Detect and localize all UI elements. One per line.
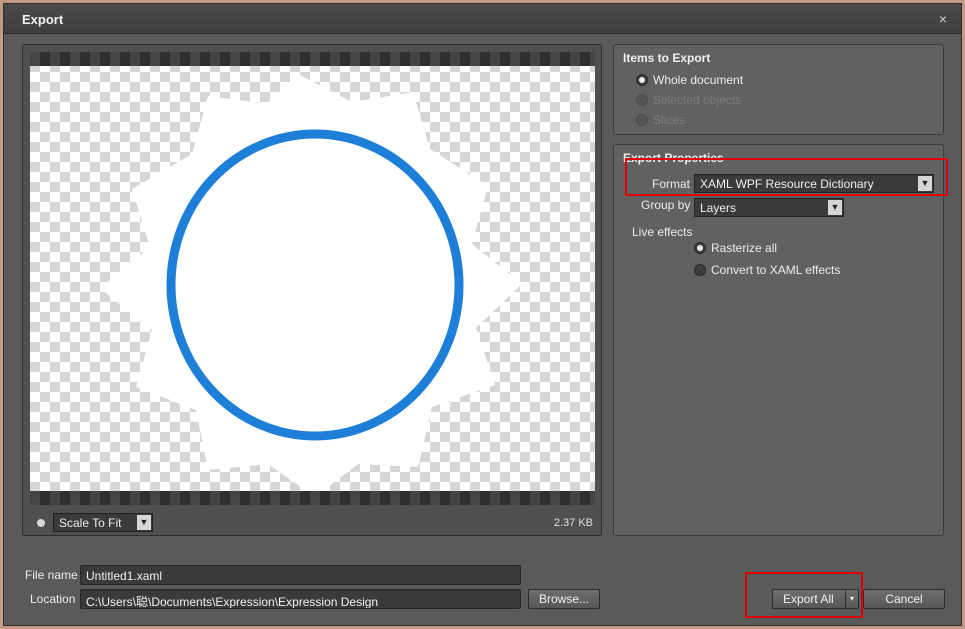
- chevron-down-icon[interactable]: ▼: [828, 200, 842, 215]
- location-label: Location: [30, 592, 76, 606]
- radio-icon: [636, 114, 648, 126]
- chevron-down-icon[interactable]: ▼: [137, 515, 151, 530]
- format-highlight-box: [625, 158, 948, 196]
- title-bar: Export ×: [4, 4, 961, 34]
- export-properties-group: Export Properties Format XAML WPF Resour…: [613, 144, 944, 536]
- preview-panel: Scale To Fit ▼ 2.37 KB: [22, 44, 602, 536]
- radio-icon[interactable]: [636, 74, 648, 86]
- location-input[interactable]: C:\Users\聪\Documents\Expression\Expressi…: [80, 589, 521, 609]
- zoom-indicator-icon[interactable]: [37, 519, 45, 527]
- file-size-label: 2.37 KB: [553, 517, 593, 529]
- group-by-value: Layers: [700, 201, 737, 215]
- file-name-input[interactable]: Untitled1.xaml: [80, 565, 521, 585]
- zoom-value: Scale To Fit: [59, 516, 122, 530]
- preview-artwork: [100, 74, 522, 497]
- radio-icon[interactable]: [694, 264, 706, 276]
- close-icon[interactable]: ×: [935, 11, 951, 27]
- radio-icon[interactable]: [694, 242, 706, 254]
- radio-label: Selected objects: [653, 93, 742, 107]
- live-effects-label: Live effects: [632, 225, 693, 239]
- export-all-highlight-box: [745, 572, 863, 618]
- browse-button[interactable]: Browse...: [528, 589, 600, 609]
- radio-label: Rasterize all: [711, 241, 778, 255]
- cancel-button[interactable]: Cancel: [863, 589, 945, 609]
- group-by-label: Group by: [641, 198, 691, 212]
- radio-label: Slices: [653, 113, 686, 127]
- zoom-dropdown[interactable]: Scale To Fit ▼: [53, 513, 153, 532]
- radio-label: Whole document: [653, 73, 744, 87]
- dialog-title: Export: [22, 12, 64, 27]
- preview-canvas[interactable]: [30, 52, 595, 505]
- zoom-row: Scale To Fit ▼ 2.37 KB: [33, 513, 593, 533]
- file-name-label: File name: [25, 568, 78, 582]
- export-dialog: Export × Scale To Fit ▼ 2.37 KB Items to…: [3, 3, 962, 626]
- preview-bottom-strip: [30, 491, 595, 505]
- radio-label: Convert to XAML effects: [711, 263, 841, 277]
- group-by-dropdown[interactable]: Layers ▼: [694, 198, 844, 217]
- radio-icon: [636, 94, 648, 106]
- items-to-export-title: Items to Export: [623, 51, 711, 65]
- items-to-export-group: Items to Export Whole document Selected …: [613, 44, 944, 135]
